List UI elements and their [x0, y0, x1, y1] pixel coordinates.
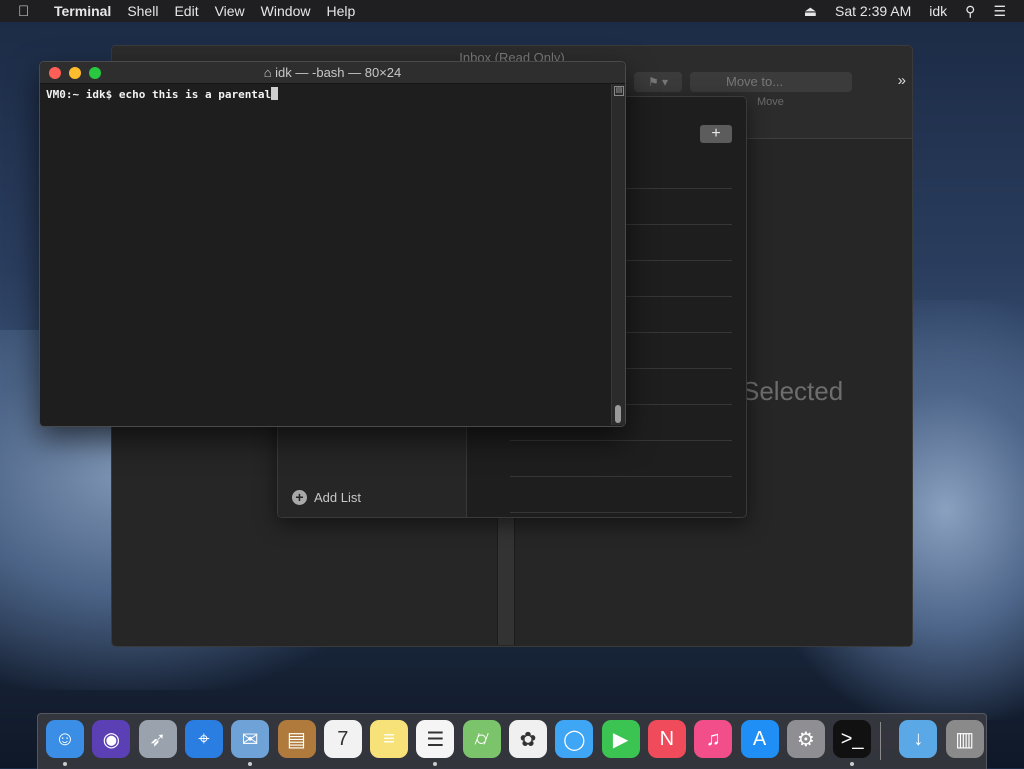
add-circle-icon: + [292, 490, 307, 505]
vertical-scrollbar[interactable]: ▤ [611, 84, 625, 425]
terminal-output[interactable]: VM0:~ idk$ echo this is a parental [46, 87, 279, 101]
terminal-titlebar[interactable]: ⌂ idk — -bash — 80×24 [40, 62, 625, 84]
dock-separator [880, 722, 881, 760]
apple-icon[interactable]:  [18, 3, 38, 20]
menu-help[interactable]: Help [326, 3, 355, 19]
text-cursor [271, 87, 279, 100]
downloads-icon[interactable]: ↓ [899, 720, 938, 758]
system-preferences-icon[interactable]: ⚙ [786, 720, 825, 758]
toolbar-overflow-chevron-icon[interactable]: » [898, 72, 906, 89]
no-message-selected-text: Selected [742, 376, 844, 406]
split-pane-icon[interactable]: ▤ [614, 86, 624, 96]
add-list-button[interactable]: + Add List [292, 490, 361, 505]
add-reminder-button[interactable]: + [700, 125, 732, 143]
news-icon[interactable]: N [647, 720, 686, 758]
move-to-button[interactable]: Move to... [690, 72, 852, 92]
photos-icon[interactable]: ✿ [509, 720, 547, 758]
reminders-icon[interactable]: ☰ [416, 720, 455, 758]
list-item[interactable] [510, 477, 732, 513]
siri-icon[interactable]: ◉ [92, 720, 131, 758]
menu-app-name[interactable]: Terminal [54, 3, 111, 19]
dock: ☺ ◉ ➶ ⌖ ✉ ▤ 7 ≡ ☰ ⌭ ✿ ◯ ▶ N ♫ A ⚙ >_ ↓ ▥ [37, 713, 987, 769]
messages-icon[interactable]: ◯ [555, 720, 594, 758]
user-menu[interactable]: idk [929, 3, 947, 19]
notification-center-icon[interactable]: ☰ [993, 3, 1006, 20]
running-indicator [248, 762, 253, 766]
menu-window[interactable]: Window [261, 3, 311, 19]
flag-icon: ⚑ ▾ [647, 75, 669, 89]
safari-icon[interactable]: ⌖ [184, 720, 223, 758]
running-indicator [63, 762, 67, 766]
running-indicator [850, 762, 855, 766]
terminal-prompt: VM0:~ idk$ [46, 88, 119, 101]
list-item[interactable] [510, 441, 732, 477]
itunes-icon[interactable]: ♫ [694, 720, 733, 758]
terminal-icon[interactable]: >_ [833, 720, 872, 758]
menu-view[interactable]: View [215, 3, 245, 19]
terminal-title: ⌂ idk — -bash — 80×24 [40, 65, 625, 80]
terminal-command: echo this is a parental [118, 88, 272, 101]
add-list-label: Add List [314, 490, 361, 505]
finder-icon[interactable]: ☺ [46, 720, 84, 758]
menu-bar:  Terminal Shell Edit View Window Help ⏏… [0, 0, 1024, 22]
contacts-icon[interactable]: ▤ [277, 720, 316, 758]
trash-icon[interactable]: ▥ [945, 720, 984, 758]
move-to-label: Move to... [726, 74, 784, 89]
maps-icon[interactable]: ⌭ [462, 720, 501, 758]
terminal-title-text: idk — -bash — 80×24 [275, 65, 402, 80]
flag-button[interactable]: ⚑ ▾ [634, 72, 682, 92]
running-indicator [433, 762, 438, 766]
clock[interactable]: Sat 2:39 AM [835, 3, 911, 19]
appstore-icon[interactable]: A [740, 720, 779, 758]
terminal-window[interactable]: ⌂ idk — -bash — 80×24 VM0:~ idk$ echo th… [39, 61, 626, 427]
notes-icon[interactable]: ≡ [370, 720, 409, 758]
facetime-icon[interactable]: ▶ [601, 720, 640, 758]
mail-icon[interactable]: ✉ [231, 720, 270, 758]
menu-shell[interactable]: Shell [127, 3, 158, 19]
move-toolbar-label: Move [757, 96, 784, 108]
launchpad-icon[interactable]: ➶ [138, 720, 177, 758]
menu-edit[interactable]: Edit [174, 3, 198, 19]
eject-icon[interactable]: ⏏ [804, 3, 817, 20]
scrollbar-thumb[interactable] [615, 405, 621, 423]
home-icon: ⌂ [263, 65, 276, 80]
calendar-icon[interactable]: 7 [323, 720, 362, 758]
spotlight-search-icon[interactable]: ⚲ [965, 3, 975, 20]
